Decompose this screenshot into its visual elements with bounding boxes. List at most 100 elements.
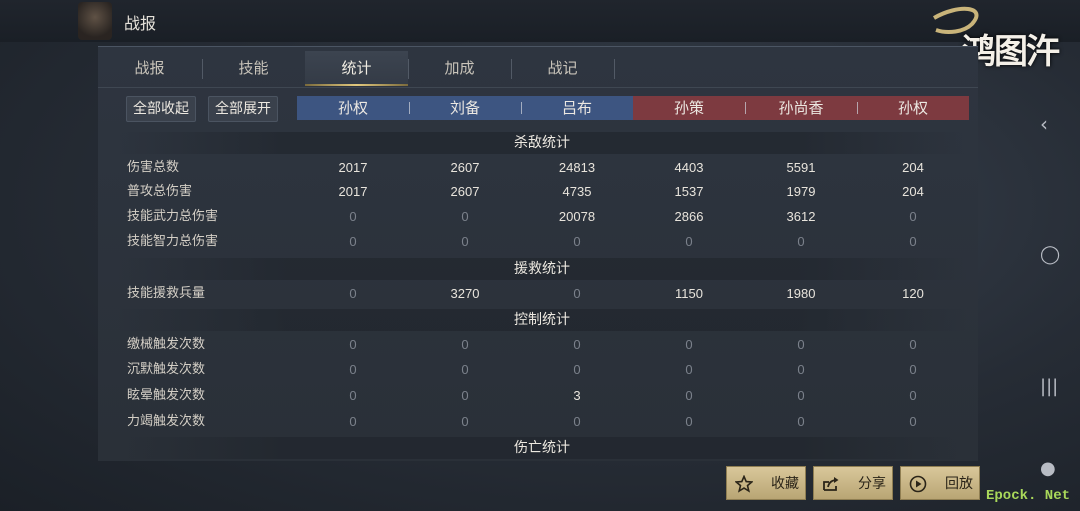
row-label: 技能援救兵量 xyxy=(127,286,206,301)
stat-value: 0 xyxy=(685,388,693,403)
stat-value: 0 xyxy=(573,234,581,249)
table-row: 普攻总伤害 2017 2607 4735 1537 1979 204 xyxy=(0,180,1080,204)
tab-divider xyxy=(614,59,615,79)
section-title-rescue: 援救统计 xyxy=(116,258,968,280)
favorite-button[interactable]: 收藏 xyxy=(726,466,806,500)
back-emblem-icon[interactable] xyxy=(78,2,112,40)
row-label: 普攻总伤害 xyxy=(127,184,193,199)
table-row: 力竭触发次数 0 0 0 0 0 0 xyxy=(0,410,1080,434)
stat-value: 0 xyxy=(573,362,581,377)
tab-underline xyxy=(98,87,978,88)
stat-value: 204 xyxy=(902,184,924,199)
table-row: 沉默触发次数 0 0 0 0 0 0 xyxy=(0,358,1080,382)
stat-value: 0 xyxy=(461,209,469,224)
floating-ball-icon[interactable]: ● xyxy=(1040,458,1056,479)
tab-bonus[interactable]: 加成 xyxy=(408,51,511,85)
section-title-casualty: 伤亡统计 xyxy=(116,437,968,459)
stat-value: 0 xyxy=(461,414,469,429)
stat-value: 1537 xyxy=(674,184,704,199)
hero-header-cell: 孙策 xyxy=(633,96,745,120)
stat-value: 0 xyxy=(909,337,917,352)
stat-value: 5591 xyxy=(786,160,816,175)
stat-value: 0 xyxy=(797,362,805,377)
stat-value: 20078 xyxy=(558,209,596,224)
stat-value: 0 xyxy=(573,414,581,429)
collapse-all-button[interactable]: 全部收起 xyxy=(126,96,196,122)
hero-header-cell: 孙权 xyxy=(857,96,969,120)
play-icon xyxy=(909,475,927,493)
hero-header-cell: 刘备 xyxy=(409,96,521,120)
tab-statistics[interactable]: 统计 xyxy=(305,51,408,86)
row-label: 力竭触发次数 xyxy=(127,414,206,429)
nav-home-icon[interactable]: ◯ xyxy=(1040,244,1060,265)
header-divider xyxy=(409,102,410,114)
stat-value: 0 xyxy=(685,337,693,352)
stat-value: 0 xyxy=(797,234,805,249)
stat-value: 0 xyxy=(349,388,357,403)
stat-value: 0 xyxy=(797,388,805,403)
stat-value: 4735 xyxy=(562,184,592,199)
stat-value: 2866 xyxy=(674,209,704,224)
stat-value: 0 xyxy=(685,362,693,377)
table-row: 技能武力总伤害 0 0 20078 2866 3612 0 xyxy=(0,205,1080,229)
favorite-label: 收藏 xyxy=(771,476,799,492)
stat-value: 0 xyxy=(909,388,917,403)
stat-value: 24813 xyxy=(558,160,596,175)
stat-value: 0 xyxy=(461,337,469,352)
tab-bar: 战报 技能 统计 加成 战记 xyxy=(98,51,618,87)
stat-value: 0 xyxy=(461,362,469,377)
stat-value: 3270 xyxy=(450,286,480,301)
stat-value: 3 xyxy=(573,388,581,403)
stat-value: 0 xyxy=(349,209,357,224)
stat-value: 0 xyxy=(461,388,469,403)
row-label: 眩晕触发次数 xyxy=(127,388,206,403)
stat-value: 0 xyxy=(909,414,917,429)
stat-value: 0 xyxy=(797,414,805,429)
stat-value: 2607 xyxy=(450,160,480,175)
stat-value: 0 xyxy=(573,286,581,301)
tab-battle-log[interactable]: 战记 xyxy=(511,51,614,85)
hero-header-cell: 孙尚香 xyxy=(745,96,857,120)
stat-value: 2017 xyxy=(338,184,368,199)
hero-header-cell: 孙权 xyxy=(297,96,409,120)
share-button[interactable]: 分享 xyxy=(813,466,893,500)
stat-value: 1150 xyxy=(675,286,703,301)
replay-label: 回放 xyxy=(945,476,973,492)
stat-value: 0 xyxy=(349,286,357,301)
stat-value: 1979 xyxy=(786,184,816,199)
watermark: Epock. Net xyxy=(986,488,1071,504)
page-title: 战报 xyxy=(124,14,157,33)
replay-button[interactable]: 回放 xyxy=(900,466,980,500)
nav-recents-icon[interactable]: ||| xyxy=(1040,376,1058,397)
stat-value: 0 xyxy=(685,414,693,429)
share-label: 分享 xyxy=(858,476,886,492)
section-title-control: 控制统计 xyxy=(116,309,968,331)
top-bar: 战报 xyxy=(0,0,1080,42)
stat-value: 0 xyxy=(909,234,917,249)
row-label: 技能智力总伤害 xyxy=(127,234,219,249)
hero-header: 孙权 刘备 吕布 孙策 孙尚香 孙权 xyxy=(297,96,969,120)
table-row: 伤害总数 2017 2607 24813 4403 5591 204 xyxy=(0,156,1080,180)
section-title-kill: 杀敌统计 xyxy=(116,132,968,154)
hero-header-cell: 吕布 xyxy=(521,96,633,120)
stat-value: 0 xyxy=(349,362,357,377)
expand-all-button[interactable]: 全部展开 xyxy=(208,96,278,122)
stat-value: 0 xyxy=(349,337,357,352)
stat-value: 0 xyxy=(349,414,357,429)
stat-value: 0 xyxy=(685,234,693,249)
tab-battle-report[interactable]: 战报 xyxy=(98,51,201,85)
header-divider xyxy=(857,102,858,114)
row-label: 技能武力总伤害 xyxy=(127,209,219,224)
table-row: 缴械触发次数 0 0 0 0 0 0 xyxy=(0,333,1080,357)
tab-skills[interactable]: 技能 xyxy=(202,51,305,85)
stat-value: 2607 xyxy=(450,184,480,199)
table-row: 技能智力总伤害 0 0 0 0 0 0 xyxy=(0,230,1080,254)
nav-back-icon[interactable]: ‹ xyxy=(1040,112,1048,136)
header-divider xyxy=(745,102,746,114)
stat-value: 1980 xyxy=(786,286,816,301)
table-row: 技能援救兵量 0 3270 0 1150 1980 120 xyxy=(0,282,1080,306)
row-label: 伤害总数 xyxy=(127,160,180,175)
stat-value: 0 xyxy=(909,209,917,224)
table-row: 眩晕触发次数 0 0 3 0 0 0 xyxy=(0,384,1080,408)
stat-value: 204 xyxy=(902,160,924,175)
